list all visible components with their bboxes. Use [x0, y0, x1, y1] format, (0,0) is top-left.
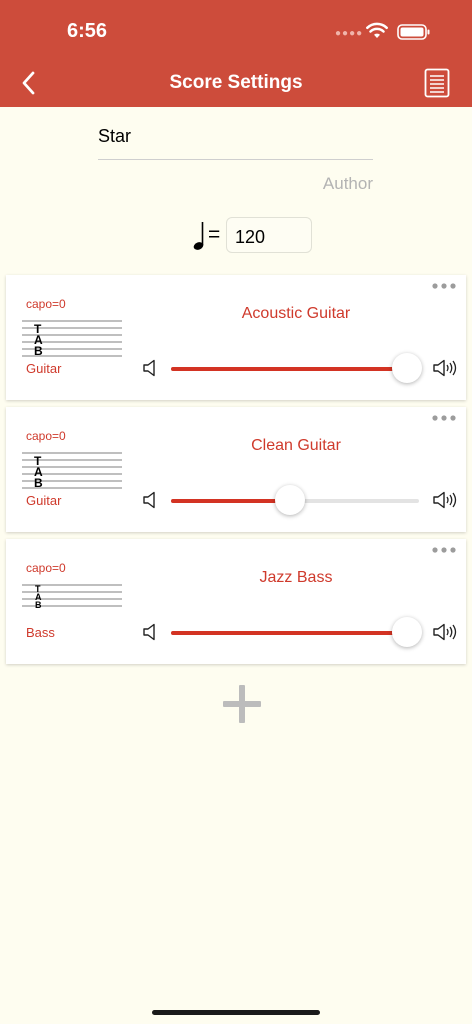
tab-staff: T A B: [22, 320, 122, 357]
score-title-field[interactable]: Star: [98, 126, 373, 160]
volume-slider[interactable]: [171, 617, 422, 647]
capo-label: capo=0: [26, 297, 66, 311]
track-name[interactable]: Jazz Bass: [196, 569, 396, 587]
status-time: 6:56: [67, 20, 108, 42]
home-indicator[interactable]: [152, 1010, 320, 1015]
more-ellipsis-icon[interactable]: [431, 280, 457, 292]
speaker-icon: [143, 623, 155, 641]
volume-slider-fill: [171, 367, 407, 371]
capo-label: capo=0: [26, 429, 66, 443]
more-ellipsis-icon[interactable]: [431, 412, 457, 424]
tab-staff: T A B: [22, 452, 122, 489]
nav-header: 6:56 ●●●● Score Settings: [0, 0, 472, 107]
author-field[interactable]: Author: [323, 174, 373, 194]
track-name[interactable]: Clean Guitar: [196, 437, 396, 455]
tab-letter-b: B: [34, 476, 43, 489]
instrument-label: Guitar: [26, 361, 62, 376]
quarter-note-icon: [193, 222, 204, 250]
document-list-icon[interactable]: [424, 68, 450, 98]
volume-slider-thumb[interactable]: [391, 617, 422, 647]
capo-label: capo=0: [26, 561, 66, 575]
tab-letter-b: B: [35, 600, 42, 609]
add-track-plus-icon[interactable]: [222, 684, 262, 724]
volume-slider[interactable]: [171, 353, 422, 383]
track-card[interactable]: capo=0 T A B Guitar Clean Guitar: [6, 407, 466, 532]
volume-slider[interactable]: [171, 485, 419, 515]
tempo-equals: =: [208, 223, 221, 246]
tab-staff: T A B: [22, 584, 122, 609]
volume-slider-fill: [171, 631, 407, 635]
signal-icon: ●●●●: [335, 28, 364, 39]
tempo-input[interactable]: 120: [226, 217, 312, 253]
speaker-icon: [143, 359, 155, 377]
speaker-loud-icon: [433, 359, 457, 377]
track-card[interactable]: capo=0 T A B Bass Jazz Bass: [6, 539, 466, 664]
volume-slider-thumb[interactable]: [275, 485, 306, 515]
more-ellipsis-icon[interactable]: [431, 544, 457, 556]
instrument-label: Guitar: [26, 493, 62, 508]
tab-letter-b: B: [34, 344, 43, 357]
instrument-label: Bass: [26, 625, 55, 640]
battery-icon: [397, 24, 430, 40]
page-title: Score Settings: [169, 72, 303, 93]
speaker-loud-icon: [433, 491, 457, 509]
speaker-loud-icon: [433, 623, 457, 641]
volume-slider-fill: [171, 499, 291, 503]
speaker-icon: [143, 491, 155, 509]
volume-slider-thumb[interactable]: [391, 353, 422, 383]
track-card[interactable]: capo=0 T A B Guitar Acoustic Guitar: [6, 275, 466, 400]
track-name[interactable]: Acoustic Guitar: [196, 305, 396, 323]
wifi-icon: [366, 22, 388, 38]
